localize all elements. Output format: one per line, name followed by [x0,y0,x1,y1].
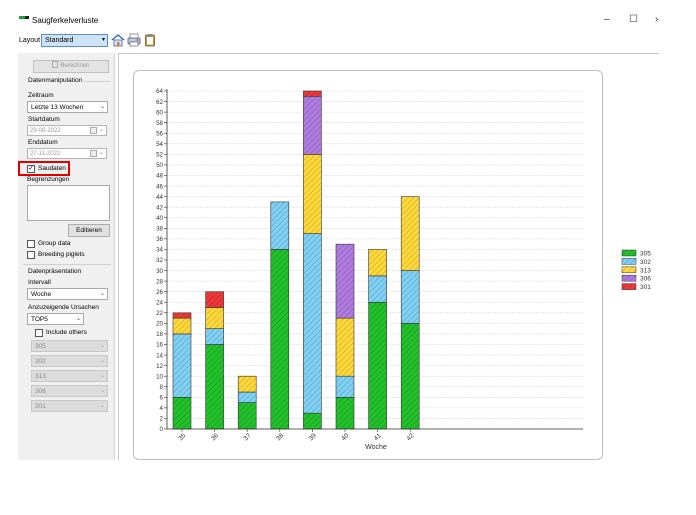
bar-segment-302 [205,328,224,345]
bar-segment-305 [368,301,387,430]
bar-segment-305 [237,402,257,430]
bar-segment-301 [205,291,224,308]
bar-segment-306 [335,243,355,319]
bar-segment-302 [303,233,322,414]
legend-label: 305 [640,251,651,258]
y-tick-label: 44 [156,194,163,201]
y-tick-label: 40 [156,215,163,222]
y-tick-label: 38 [156,226,163,233]
legend-label: 306 [640,276,651,283]
y-tick-label: 58 [156,120,163,127]
y-tick-label: 14 [156,352,163,359]
bar-segment-313 [237,375,257,393]
y-tick-label: 18 [156,331,163,338]
legend-swatch [621,274,637,282]
y-tick-label: 16 [156,342,163,349]
bar-segment-302 [335,375,355,398]
bar-segment-305 [172,397,192,430]
y-tick-label: 20 [156,321,163,328]
y-tick-label: 60 [156,109,163,116]
y-tick-label: 32 [156,257,163,264]
y-tick-label: 12 [156,363,163,370]
x-axis-label: Woche [365,444,387,451]
bar-segment-302 [400,270,420,324]
bar-segment-305 [400,323,420,430]
x-tick-label: 40 [340,432,350,442]
legend-swatch [621,258,637,265]
y-tick-label: 0 [160,426,164,433]
bar-segment-305 [303,412,322,430]
y-tick-label: 48 [156,173,163,180]
legend-label: 301 [640,284,651,291]
y-tick-label: 6 [160,395,164,402]
bar-segment-301 [172,312,192,319]
bar-segment-306 [303,95,322,155]
y-tick-label: 24 [156,299,163,306]
legend-label: 302 [640,259,651,266]
stacked-bar-chart: 0246810121416182022242628303234363840424… [156,88,651,451]
bar-segment-313 [205,307,224,329]
y-tick-label: 52 [156,152,163,159]
x-tick-label: 35 [177,432,187,442]
y-tick-label: 36 [156,236,163,243]
x-tick-label: 41 [373,432,383,442]
y-tick-label: 50 [156,162,163,169]
legend-swatch [621,266,637,274]
bar-segment-313 [400,196,420,271]
x-tick-label: 36 [210,432,220,442]
bar-segment-301 [303,90,322,97]
y-tick-label: 62 [156,99,163,106]
legend-label: 313 [640,267,651,274]
y-tick-label: 30 [156,268,163,275]
x-tick-label: 37 [243,432,253,442]
y-tick-label: 42 [156,204,163,211]
x-tick-label: 38 [275,432,285,442]
bar-segment-302 [237,391,257,403]
x-tick-label: 42 [406,432,416,442]
y-tick-label: 2 [160,416,164,423]
bar-segment-313 [335,317,355,377]
bar-segment-313 [303,154,322,234]
y-tick-label: 56 [156,130,163,137]
y-tick-label: 22 [156,310,163,317]
bar-segment-302 [172,333,192,398]
bar-segment-302 [270,201,290,250]
y-tick-label: 8 [160,384,164,391]
bar-segment-305 [270,249,290,430]
y-tick-label: 4 [160,405,164,412]
y-tick-label: 10 [156,373,163,380]
bar-segment-313 [172,317,192,335]
y-tick-label: 28 [156,278,163,285]
y-tick-label: 26 [156,289,163,296]
y-tick-label: 34 [156,247,163,254]
legend-swatch [621,283,637,290]
y-tick-label: 64 [156,88,163,95]
y-tick-label: 54 [156,141,163,148]
x-tick-label: 39 [308,432,318,442]
legend-swatch [621,249,637,257]
bar-segment-305 [335,397,355,430]
bar-segment-313 [368,249,387,277]
bar-segment-305 [205,344,224,430]
y-tick-label: 46 [156,183,163,190]
bar-segment-302 [368,275,387,303]
